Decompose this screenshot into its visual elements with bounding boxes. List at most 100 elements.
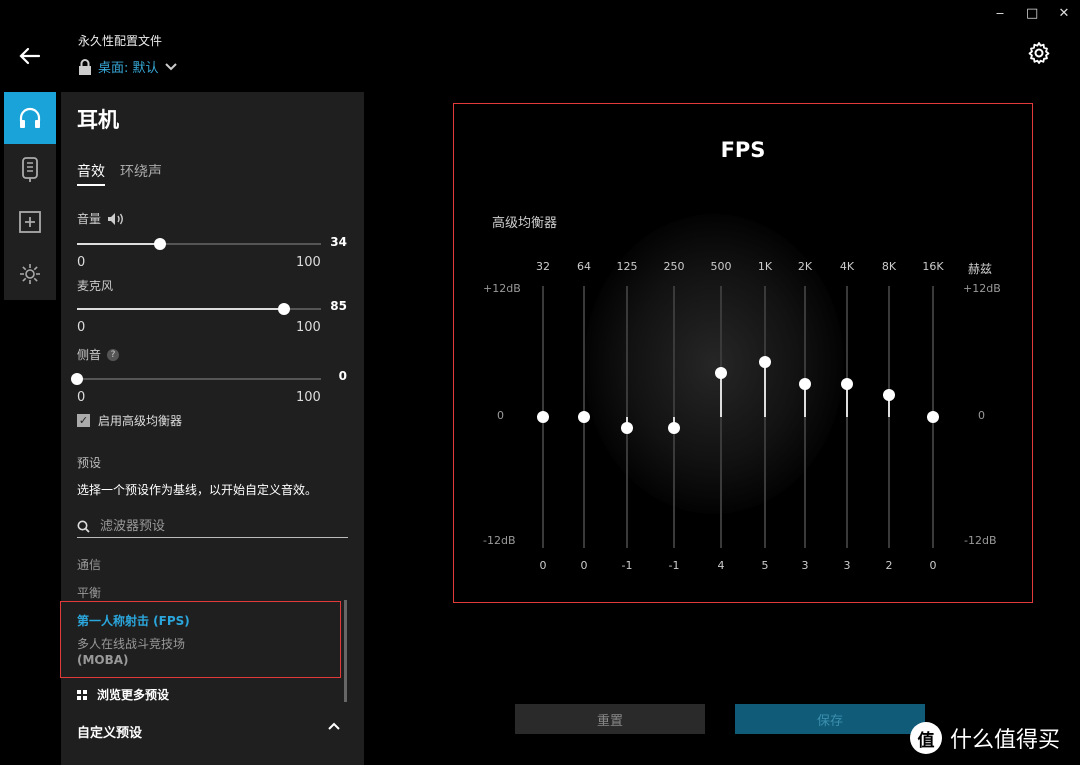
eq-band-knob[interactable] xyxy=(578,411,590,423)
window-controls: ‒ □ ✕ xyxy=(994,6,1070,21)
eq-freq-label: 16K xyxy=(922,260,944,273)
preset-list-scrollbar[interactable] xyxy=(344,600,347,702)
search-icon xyxy=(77,520,90,533)
eq-freq-label: 64 xyxy=(577,260,591,273)
checkbox-icon[interactable]: ✓ xyxy=(77,414,90,427)
db-top-right: +12dB xyxy=(963,282,1001,295)
help-icon[interactable]: ? xyxy=(107,348,120,361)
volume-min: 0 xyxy=(77,255,86,270)
profile-selector[interactable]: 桌面: 默认 xyxy=(78,57,177,76)
sidetone-slider[interactable] xyxy=(71,373,321,385)
volume-label: 音量 xyxy=(77,212,102,226)
eq-band-value: 3 xyxy=(801,559,809,572)
eq-band-knob[interactable] xyxy=(927,411,939,423)
eq-freq-label: 1K xyxy=(757,260,773,273)
tab-sound-effects[interactable]: 音效 xyxy=(77,161,105,186)
eq-band-fill xyxy=(720,373,722,417)
chevron-up-icon[interactable] xyxy=(328,722,340,730)
db-top-left: +12dB xyxy=(483,282,521,295)
eq-band-knob[interactable] xyxy=(537,411,549,423)
db-mid-right: 0 xyxy=(978,409,985,422)
db-mid-left: 0 xyxy=(497,409,504,422)
browse-presets-button[interactable]: 浏览更多预设 xyxy=(77,686,169,703)
lighting-icon xyxy=(20,264,40,284)
rail-headset[interactable] xyxy=(4,92,56,144)
eq-unit-label: 赫兹 xyxy=(968,262,993,276)
back-arrow-icon xyxy=(19,47,41,65)
eq-freq-label: 32 xyxy=(536,260,550,273)
eq-band-knob[interactable] xyxy=(841,378,853,391)
chevron-down-icon xyxy=(164,62,177,70)
equalizer-panel: FPS 高级均衡器 赫兹 +12dB 0 -12dB +12dB 0 -12dB… xyxy=(453,103,1033,603)
volume-slider-fill xyxy=(77,243,160,245)
sidetone-label-row: 侧音 ? xyxy=(77,346,120,363)
reset-button[interactable]: 重置 xyxy=(515,704,705,734)
tab-surround[interactable]: 环绕声 xyxy=(120,161,162,186)
minimize-button[interactable]: ‒ xyxy=(994,6,1006,21)
db-bottom-right: -12dB xyxy=(964,534,997,547)
eq-band-track[interactable] xyxy=(846,286,848,548)
eq-band-knob[interactable] xyxy=(668,421,680,434)
db-bottom-left: -12dB xyxy=(483,534,516,547)
watermark-badge: 值 xyxy=(910,722,942,754)
sidetone-slider-knob[interactable] xyxy=(71,373,83,385)
eq-band-track[interactable] xyxy=(888,286,890,548)
eq-band-value: 5 xyxy=(761,559,769,572)
volume-slider[interactable] xyxy=(77,238,321,250)
eq-band-track[interactable] xyxy=(764,286,766,548)
preset-search-input[interactable] xyxy=(100,519,330,534)
presets-heading: 预设 xyxy=(77,456,102,470)
preset-item-communication[interactable]: 通信 xyxy=(77,556,101,573)
eq-freq-label: 500 xyxy=(710,260,732,273)
eq-label: 高级均衡器 xyxy=(492,216,558,231)
rail-add[interactable] xyxy=(4,196,56,248)
sidetone-min: 0 xyxy=(77,390,86,405)
eq-freq-label: 250 xyxy=(663,260,685,273)
advanced-eq-toggle[interactable]: ✓ 启用高级均衡器 xyxy=(77,412,182,429)
volume-slider-knob[interactable] xyxy=(153,238,166,250)
eq-band-track[interactable] xyxy=(804,286,806,548)
eq-band-knob[interactable] xyxy=(883,389,895,402)
back-button[interactable] xyxy=(18,44,42,68)
panel-title: 耳机 xyxy=(77,108,119,132)
eq-band-value: -1 xyxy=(668,559,680,572)
custom-presets-header[interactable]: 自定义预设 xyxy=(77,722,142,741)
eq-band-value: -1 xyxy=(621,559,633,572)
preset-search xyxy=(77,516,348,538)
add-icon xyxy=(19,211,41,233)
sidetone-label: 侧音 xyxy=(77,348,102,362)
profile-title: 永久性配置文件 xyxy=(78,34,163,48)
eq-band-fill xyxy=(764,362,766,417)
maximize-button[interactable]: □ xyxy=(1026,6,1038,21)
settings-button[interactable] xyxy=(1027,41,1051,65)
eq-freq-label: 125 xyxy=(616,260,638,273)
preset-item-balanced[interactable]: 平衡 xyxy=(77,584,101,601)
mic-min: 0 xyxy=(77,320,86,335)
rail-device[interactable] xyxy=(4,144,56,196)
volume-value: 34 xyxy=(330,235,347,249)
device-rail xyxy=(4,92,56,300)
mic-slider-knob[interactable] xyxy=(278,303,291,315)
eq-band-value: 0 xyxy=(580,559,588,572)
rail-lighting[interactable] xyxy=(4,248,56,300)
eq-band-track[interactable] xyxy=(720,286,722,548)
mic-label: 麦克风 xyxy=(77,279,114,293)
eq-freq-label: 2K xyxy=(797,260,813,273)
mic-label-row: 麦克风 xyxy=(77,277,113,294)
sidetone-max: 100 xyxy=(296,390,321,405)
eq-preset-title: FPS xyxy=(720,138,766,162)
volume-label-row: 音量 xyxy=(77,210,125,227)
close-button[interactable]: ✕ xyxy=(1058,6,1070,21)
mic-slider[interactable] xyxy=(77,303,321,315)
eq-band-value: 4 xyxy=(717,559,725,572)
sidetone-value: 0 xyxy=(338,369,347,383)
eq-freq-label: 8K xyxy=(881,260,897,273)
speaker-icon xyxy=(108,212,123,225)
mic-slider-fill xyxy=(77,308,285,310)
mic-max: 100 xyxy=(296,320,321,335)
eq-band-value: 3 xyxy=(843,559,851,572)
headset-icon xyxy=(19,107,41,128)
save-button[interactable]: 保存 xyxy=(735,704,925,734)
eq-band-value: 0 xyxy=(539,559,547,572)
eq-band-knob[interactable] xyxy=(621,421,633,434)
